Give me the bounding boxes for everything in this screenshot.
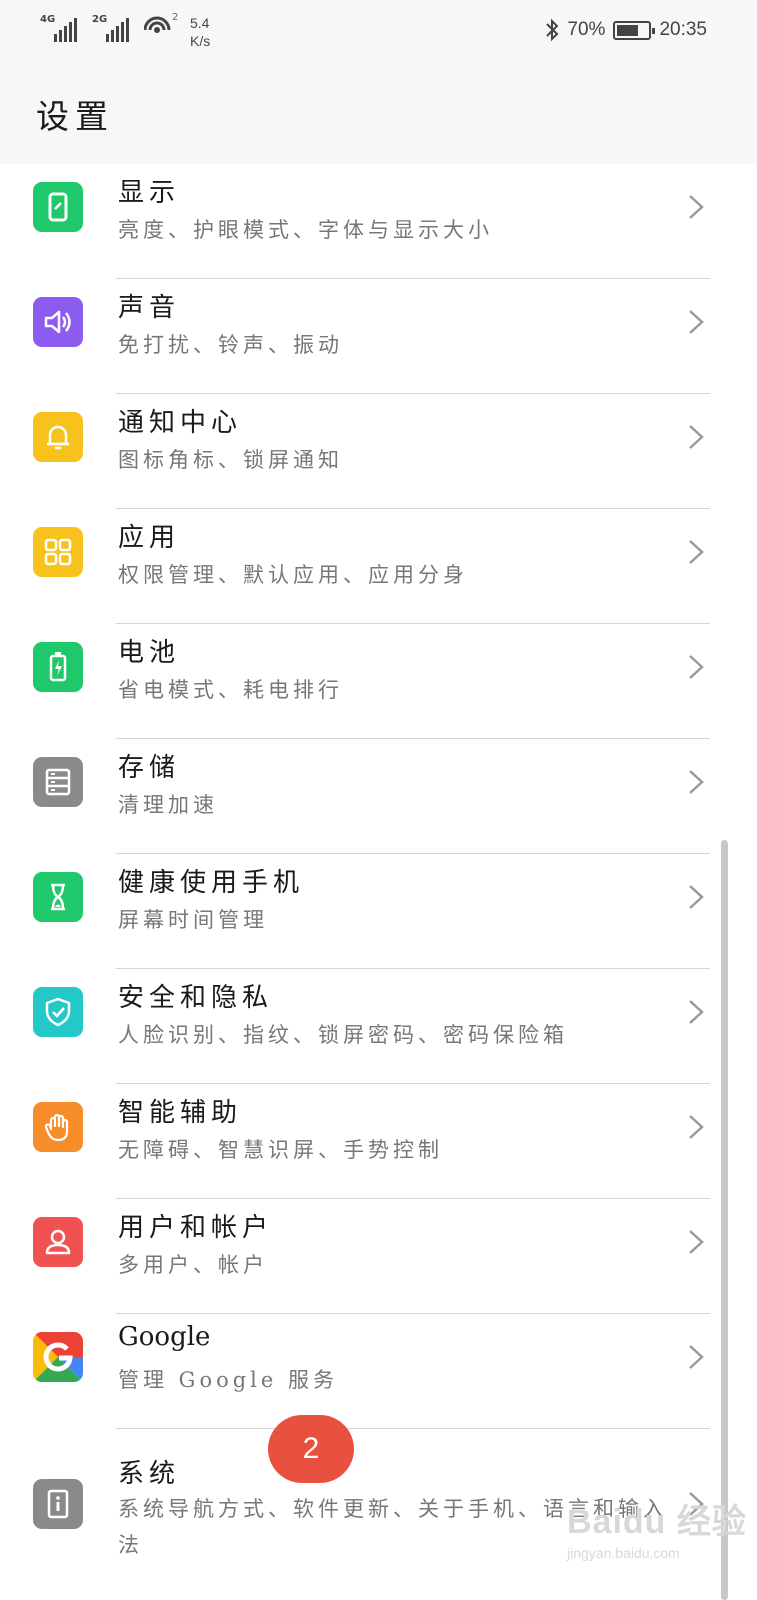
settings-item-title: 应用 [118, 523, 181, 553]
settings-item-title: 健康使用手机 [118, 868, 305, 898]
chevron-right-icon [689, 1345, 704, 1369]
bell-icon [33, 412, 83, 462]
settings-item-battery[interactable]: 电池 省电模式、耗电排行 [0, 624, 757, 739]
settings-item-title: 电池 [118, 638, 181, 668]
settings-item-title: 显示 [118, 178, 181, 208]
user-icon [33, 1217, 83, 1267]
hourglass-icon [33, 872, 83, 922]
settings-item-digital-balance[interactable]: 健康使用手机 屏幕时间管理 [0, 854, 757, 969]
scrollbar[interactable] [721, 840, 728, 1600]
step-number-badge: 2 [268, 1415, 354, 1483]
settings-item-subtitle: 无障碍、智慧识屏、手势控制 [118, 1138, 443, 1162]
chevron-right-icon [689, 540, 704, 564]
settings-item-storage[interactable]: 存储 清理加速 [0, 739, 757, 854]
clock: 20:35 [659, 19, 707, 40]
settings-item-subtitle: 省电模式、耗电排行 [118, 678, 343, 702]
settings-item-title: 存储 [118, 753, 181, 783]
chevron-right-icon [689, 1230, 704, 1254]
chevron-right-icon [689, 1115, 704, 1139]
settings-item-subtitle: 清理加速 [118, 793, 218, 817]
settings-item-title: 通知中心 [118, 408, 243, 438]
settings-item-subtitle: 人脸识别、指纹、锁屏密码、密码保险箱 [118, 1023, 568, 1047]
baidu-watermark: Baidu 经验 jingyan.baidu.com [567, 1494, 747, 1561]
settings-item-title: Google [118, 1322, 211, 1352]
google-icon [33, 1332, 83, 1382]
system-info-icon [33, 1479, 83, 1529]
chevron-right-icon [689, 425, 704, 449]
network-type-label: 4G [40, 14, 56, 25]
settings-item-google[interactable]: Google 管理 Google 服务 [0, 1314, 757, 1429]
settings-item-title: 智能辅助 [118, 1098, 243, 1128]
settings-item-security[interactable]: 安全和隐私 人脸识别、指纹、锁屏密码、密码保险箱 [0, 969, 757, 1084]
network-type-label: 2G [92, 14, 108, 25]
settings-item-accessibility[interactable]: 智能辅助 无障碍、智慧识屏、手势控制 [0, 1084, 757, 1199]
network-speed-value: 5.4 [190, 15, 210, 31]
wifi-badge: 2 [172, 12, 179, 23]
settings-item-title: 声音 [118, 293, 181, 323]
storage-icon [33, 757, 83, 807]
battery-icon [33, 642, 83, 692]
network-speed-unit: K/s [190, 33, 211, 49]
settings-item-apps[interactable]: 应用 权限管理、默认应用、应用分身 [0, 509, 757, 624]
settings-item-subtitle: 图标角标、锁屏通知 [118, 448, 343, 472]
bluetooth-icon [546, 18, 559, 42]
settings-item-subtitle: 屏幕时间管理 [118, 908, 268, 932]
settings-item-subtitle: 免打扰、铃声、振动 [118, 333, 343, 357]
battery-level-fill [617, 24, 639, 36]
chevron-right-icon [689, 655, 704, 679]
settings-item-notifications[interactable]: 通知中心 图标角标、锁屏通知 [0, 394, 757, 509]
hand-icon [33, 1102, 83, 1152]
chevron-right-icon [689, 310, 704, 334]
watermark-sub: jingyan.baidu.com [567, 1545, 680, 1561]
chevron-right-icon [689, 770, 704, 794]
settings-item-subtitle: 亮度、护眼模式、字体与显示大小 [118, 218, 493, 242]
settings-item-display[interactable]: 显示 亮度、护眼模式、字体与显示大小 [0, 164, 757, 279]
settings-item-subtitle: 权限管理、默认应用、应用分身 [118, 563, 468, 587]
wifi-icon: 2 [143, 12, 180, 44]
settings-item-users-accounts[interactable]: 用户和帐户 多用户、帐户 [0, 1199, 757, 1314]
shield-icon [33, 987, 83, 1037]
display-icon [33, 182, 83, 232]
settings-item-subtitle: 多用户、帐户 [118, 1253, 268, 1277]
settings-item-title: 系统 [118, 1459, 181, 1489]
chevron-right-icon [689, 195, 704, 219]
battery-icon [613, 20, 656, 40]
apps-grid-icon [33, 527, 83, 577]
cellular-signal-2g-icon: 2G [92, 14, 134, 44]
chevron-right-icon [689, 885, 704, 909]
cellular-signal-4g-icon: 4G [40, 14, 82, 44]
page-header: 设置 [0, 62, 757, 164]
settings-item-title: 安全和隐私 [118, 983, 274, 1013]
page-title: 设置 [36, 97, 114, 136]
watermark-main: Baidu 经验 [567, 1503, 747, 1541]
settings-item-sound[interactable]: 声音 免打扰、铃声、振动 [0, 279, 757, 394]
status-bar: 4G 2G 2 5.4 K/s 70% 20:35 [0, 0, 757, 62]
settings-item-subtitle: 管理 Google 服务 [118, 1368, 338, 1392]
sound-icon [33, 297, 83, 347]
settings-list: 显示 亮度、护眼模式、字体与显示大小 声音 免打扰、铃声、振动 通知中心 图标角… [0, 164, 757, 1569]
chevron-right-icon [689, 1000, 704, 1024]
settings-item-title: 用户和帐户 [118, 1213, 274, 1243]
network-speed: 5.4 K/s [190, 14, 210, 50]
battery-percent: 70% [567, 19, 606, 40]
